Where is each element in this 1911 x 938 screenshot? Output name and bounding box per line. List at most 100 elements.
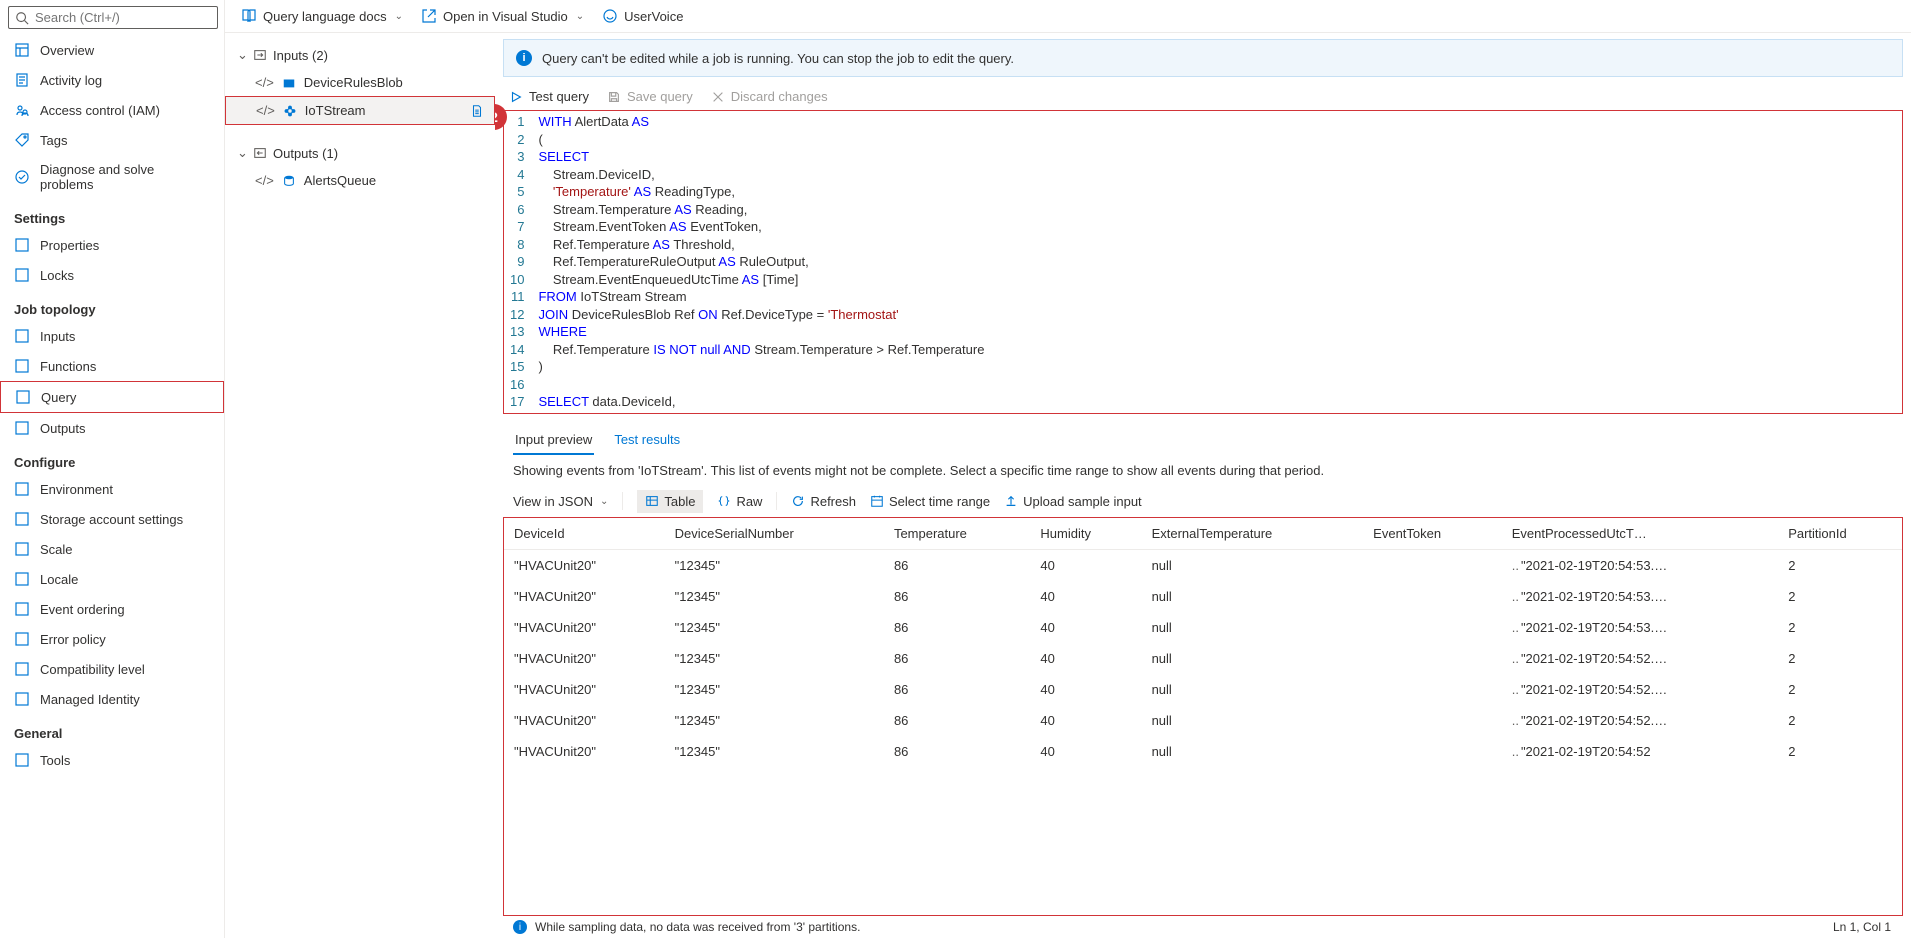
- external-icon: [421, 8, 437, 24]
- nav-label: Properties: [40, 238, 99, 253]
- nav-item-properties[interactable]: Properties: [0, 230, 224, 260]
- io-item-alertsqueue[interactable]: </>AlertsQueue: [225, 167, 495, 194]
- query-editor[interactable]: 1234567891011121314151617 WITH AlertData…: [503, 110, 1903, 414]
- upload-sample-button[interactable]: Upload sample input: [1004, 494, 1142, 509]
- nav-item-query[interactable]: Query: [0, 381, 224, 413]
- nav-item-storage-account-settings[interactable]: Storage account settings: [0, 504, 224, 534]
- table-cell: "12345": [665, 674, 884, 705]
- table-cell: 2: [1778, 612, 1902, 643]
- preview-hint: Showing events from 'IoTStream'. This li…: [503, 455, 1903, 486]
- info-banner: i Query can't be edited while a job is r…: [503, 39, 1903, 77]
- nav-icon: [14, 752, 30, 768]
- view-json-button[interactable]: View in JSON⌄: [513, 494, 608, 509]
- nav-icon: [15, 389, 31, 405]
- book-icon: [241, 8, 257, 24]
- docs-label: Query language docs: [263, 9, 387, 24]
- table-cell: .."2021-02-19T20:54:53.…: [1502, 549, 1778, 581]
- nav-item-overview[interactable]: Overview: [0, 35, 224, 65]
- inputs-icon: [253, 48, 267, 62]
- table-row[interactable]: "HVACUnit20""12345"8640null.."2021-02-19…: [504, 674, 1902, 705]
- refresh-button[interactable]: Refresh: [791, 494, 856, 509]
- chevron-down-icon: ⌄: [237, 145, 247, 161]
- nav-label: Diagnose and solve problems: [40, 162, 210, 192]
- query-language-docs-link[interactable]: Query language docs⌄: [241, 8, 403, 24]
- nav-label: Query: [41, 390, 76, 405]
- inputs-group[interactable]: ⌄ Inputs (2): [225, 41, 495, 69]
- test-query-button[interactable]: Test query: [509, 89, 589, 104]
- table-header[interactable]: PartitionId: [1778, 518, 1902, 550]
- io-label: DeviceRulesBlob: [304, 75, 403, 90]
- view-table-button[interactable]: Table: [637, 490, 703, 513]
- table-cell: 40: [1030, 581, 1141, 612]
- nav-icon: [14, 72, 30, 88]
- nav-item-scale[interactable]: Scale: [0, 534, 224, 564]
- search-box[interactable]: [8, 6, 218, 29]
- nav-label: Storage account settings: [40, 512, 183, 527]
- nav-label: Managed Identity: [40, 692, 140, 707]
- vs-label: Open in Visual Studio: [443, 9, 568, 24]
- table-cell: [1363, 736, 1502, 767]
- table-header[interactable]: ExternalTemperature: [1142, 518, 1364, 550]
- section-settings: Settings: [0, 199, 224, 230]
- select-time-range-button[interactable]: Select time range: [870, 494, 990, 509]
- table-cell: 40: [1030, 674, 1141, 705]
- uservoice-link[interactable]: UserVoice: [602, 8, 683, 24]
- table-header[interactable]: Temperature: [884, 518, 1030, 550]
- table-row[interactable]: "HVACUnit20""12345"8640null.."2021-02-19…: [504, 643, 1902, 674]
- nav-item-tags[interactable]: Tags: [0, 125, 224, 155]
- table-cell: null: [1142, 736, 1364, 767]
- nav-item-environment[interactable]: Environment: [0, 474, 224, 504]
- table-header[interactable]: DeviceId: [504, 518, 665, 550]
- results-table-wrapper[interactable]: DeviceIdDeviceSerialNumberTemperatureHum…: [503, 517, 1903, 917]
- nav-icon: [14, 42, 30, 58]
- table-header[interactable]: EventProcessedUtcT…: [1502, 518, 1778, 550]
- nav-item-access-control-iam-[interactable]: Access control (IAM): [0, 95, 224, 125]
- nav-item-event-ordering[interactable]: Event ordering: [0, 594, 224, 624]
- table-cell: "12345": [665, 705, 884, 736]
- tab-input-preview[interactable]: Input preview: [513, 426, 594, 455]
- nav-item-locks[interactable]: Locks: [0, 260, 224, 290]
- table-row[interactable]: "HVACUnit20""12345"8640null.."2021-02-19…: [504, 549, 1902, 581]
- table-header[interactable]: EventToken: [1363, 518, 1502, 550]
- table-cell: .."2021-02-19T20:54:52.…: [1502, 643, 1778, 674]
- view-raw-button[interactable]: Raw: [717, 494, 762, 509]
- nav-icon: [14, 691, 30, 707]
- table-cell: "12345": [665, 581, 884, 612]
- table-row[interactable]: "HVACUnit20""12345"8640null.."2021-02-19…: [504, 736, 1902, 767]
- table-header[interactable]: DeviceSerialNumber: [665, 518, 884, 550]
- calendar-icon: [870, 494, 884, 508]
- table-cell: [1363, 581, 1502, 612]
- table-cell: 40: [1030, 612, 1141, 643]
- nav-item-inputs[interactable]: Inputs: [0, 321, 224, 351]
- nav-item-tools[interactable]: Tools: [0, 745, 224, 775]
- nav-item-functions[interactable]: Functions: [0, 351, 224, 381]
- search-input[interactable]: [35, 10, 211, 25]
- table-cell: "12345": [665, 736, 884, 767]
- nav-item-diagnose-and-solve-problems[interactable]: Diagnose and solve problems: [0, 155, 224, 199]
- table-cell: null: [1142, 581, 1364, 612]
- table-cell: [1363, 549, 1502, 581]
- io-item-iotstream[interactable]: </>IoTStream: [225, 96, 495, 125]
- outputs-group[interactable]: ⌄ Outputs (1): [225, 139, 495, 167]
- nav-item-error-policy[interactable]: Error policy: [0, 624, 224, 654]
- table-row[interactable]: "HVACUnit20""12345"8640null.."2021-02-19…: [504, 581, 1902, 612]
- section-configure: Configure: [0, 443, 224, 474]
- nav-item-locale[interactable]: Locale: [0, 564, 224, 594]
- nav-item-compatibility-level[interactable]: Compatibility level: [0, 654, 224, 684]
- open-visual-studio-link[interactable]: Open in Visual Studio⌄: [421, 8, 584, 24]
- table-cell: [1363, 674, 1502, 705]
- table-header[interactable]: Humidity: [1030, 518, 1141, 550]
- table-row[interactable]: "HVACUnit20""12345"8640null.."2021-02-19…: [504, 612, 1902, 643]
- table-cell: "HVACUnit20": [504, 612, 665, 643]
- upload-icon: [1004, 494, 1018, 508]
- table-row[interactable]: "HVACUnit20""12345"8640null.."2021-02-19…: [504, 705, 1902, 736]
- table-cell: [1363, 612, 1502, 643]
- table-cell: .."2021-02-19T20:54:52.…: [1502, 674, 1778, 705]
- nav-item-outputs[interactable]: Outputs: [0, 413, 224, 443]
- tab-test-results[interactable]: Test results: [612, 426, 682, 455]
- nav-item-managed-identity[interactable]: Managed Identity: [0, 684, 224, 714]
- table-cell: "12345": [665, 643, 884, 674]
- nav-item-activity-log[interactable]: Activity log: [0, 65, 224, 95]
- io-item-devicerulesblob[interactable]: </>DeviceRulesBlob: [225, 69, 495, 96]
- code-area[interactable]: WITH AlertData AS(SELECT Stream.DeviceID…: [534, 111, 1902, 413]
